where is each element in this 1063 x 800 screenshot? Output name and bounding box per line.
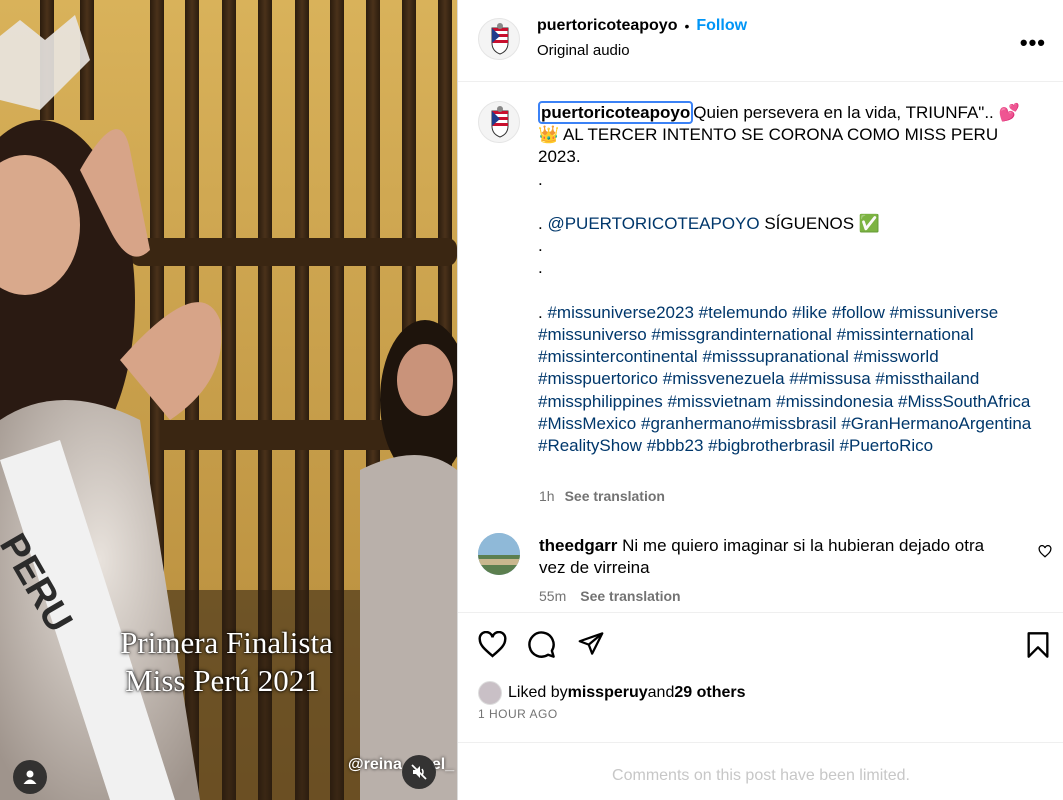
hashtag-link[interactable]: #missthailand — [875, 369, 979, 388]
comment-see-translation-button[interactable]: See translation — [580, 588, 680, 604]
comment-text: theedgarr Ni me quiero imaginar si la hu… — [539, 535, 1009, 579]
hashtag-link[interactable]: #telemundo — [699, 303, 788, 322]
user-icon — [23, 770, 37, 784]
media-caption-line1: Primera Finalista — [120, 625, 333, 660]
puerto-rico-shield-icon — [491, 23, 509, 55]
commenter-avatar[interactable] — [478, 533, 520, 575]
hashtag-link[interactable]: #MissMexico — [538, 414, 636, 433]
hashtag-link[interactable]: #missvietnam — [667, 392, 771, 411]
more-options-button[interactable]: ••• — [1020, 30, 1046, 56]
post-side-panel: puertoricoteapoyo • Follow Original audi… — [457, 0, 1063, 800]
liked-by-others-link[interactable]: 29 others — [674, 684, 745, 702]
liked-by-and: and — [647, 684, 675, 701]
caption-author-avatar[interactable] — [478, 101, 520, 143]
liked-by-user-link[interactable]: missperuy — [568, 684, 648, 702]
hashtag-link[interactable]: #follow — [832, 303, 885, 322]
post-media[interactable]: PERU Primera Finalista Miss Perú 2021 @r… — [0, 0, 457, 800]
media-caption-line2: Miss Perú 2021 — [125, 663, 320, 698]
watermark-text: @reina — [348, 756, 402, 773]
mention-link[interactable]: @PUERTORICOTEAPOYO — [547, 214, 759, 233]
hashtag-link[interactable]: #bigbrotherbrasil — [708, 436, 835, 455]
liked-by-prefix: Liked by — [508, 684, 568, 701]
crown-emoji: 👑 — [538, 125, 560, 145]
liker-avatar[interactable] — [478, 681, 502, 705]
post-timestamp[interactable]: 1 HOUR AGO — [478, 707, 558, 721]
header-separator: • — [684, 18, 690, 34]
hashtag-link[interactable]: #granhermano — [641, 414, 752, 433]
hashtag-link[interactable]: #missuniverse2023 — [547, 303, 693, 322]
comment-icon[interactable] — [527, 630, 556, 659]
caption-username-link[interactable]: puertoricoteapoyo — [538, 101, 694, 124]
caption-dot: . — [538, 169, 543, 189]
post-actions: Liked by missperuy and 29 others 1 HOUR … — [458, 612, 1063, 742]
tagged-users-button[interactable] — [13, 760, 47, 794]
like-comment-heart-icon[interactable] — [1038, 545, 1052, 558]
caption-time[interactable]: 1h — [539, 488, 555, 504]
hashtag-link[interactable]: #missindonesia — [776, 392, 893, 411]
hashtag-link[interactable]: #PuertoRico — [840, 436, 934, 455]
caption-dot: . — [538, 236, 543, 256]
hashtag-link[interactable]: #missgrandinternational — [651, 325, 832, 344]
hashtag-link[interactable]: # — [789, 369, 798, 388]
caption-text: puertoricoteapoyo Quien persevera en la v… — [538, 101, 1038, 457]
heart-icon[interactable] — [478, 631, 507, 658]
likes-summary: Liked by missperuy and 29 others — [478, 681, 745, 705]
hashtag-link[interactable]: #missvenezuela — [663, 369, 785, 388]
comments-limited-notice: Comments on this post have been limited. — [458, 742, 1063, 800]
comment-time[interactable]: 55m — [539, 588, 566, 604]
check-emoji: ✅ — [858, 214, 880, 234]
hashtag-link[interactable]: #missinternational — [837, 325, 974, 344]
hashtag-link[interactable]: #missphilippines — [538, 392, 663, 411]
hashtag-link[interactable]: #RealityShow — [538, 436, 642, 455]
hashtag-link[interactable]: #misspuertorico — [538, 369, 658, 388]
hashtag-link[interactable]: #missusa — [799, 369, 871, 388]
hashtag-link[interactable]: #misssupranational — [702, 347, 848, 366]
caption-see-translation-button[interactable]: See translation — [565, 488, 665, 504]
hashtag-link[interactable]: #MissSouthAfrica — [898, 392, 1030, 411]
author-avatar[interactable] — [478, 18, 520, 60]
hashtag-link[interactable]: #missintercontinental — [538, 347, 698, 366]
author-username[interactable]: puertoricoteapoyo — [537, 17, 677, 35]
speaker-muted-icon — [411, 764, 427, 780]
follow-button[interactable]: Follow — [696, 17, 747, 35]
hashtag-link[interactable]: #GranHermanoArgentina — [841, 414, 1031, 433]
caption-line1: Quien persevera en la vida, TRIUNFA".. — [693, 103, 994, 122]
caption-line2: AL TERCER INTENTO SE CORONA COMO MISS PE… — [538, 125, 999, 167]
landscape-photo-icon — [478, 533, 520, 575]
bookmark-icon[interactable] — [1026, 631, 1050, 659]
comment-meta: 55m See translation — [539, 588, 681, 604]
audio-label[interactable]: Original audio — [537, 42, 630, 59]
hashtag-list: #missuniverse2023 #telemundo #like #foll… — [538, 303, 1031, 455]
hashtag-link[interactable]: #missuniverse — [890, 303, 999, 322]
caption-dot: . — [538, 258, 543, 278]
hearts-emoji: 💕 — [998, 103, 1020, 122]
hashtag-link[interactable]: #like — [792, 303, 827, 322]
post-header: puertoricoteapoyo • Follow Original audi… — [458, 0, 1063, 82]
share-icon[interactable] — [577, 630, 605, 657]
caption-meta: 1h See translation — [539, 488, 665, 504]
mute-button[interactable] — [402, 755, 436, 789]
caption-mention-suffix: SÍGUENOS — [759, 214, 859, 234]
hashtag-link[interactable]: #bbb23 — [647, 436, 704, 455]
puerto-rico-shield-icon — [491, 106, 509, 138]
commenter-username[interactable]: theedgarr — [539, 536, 617, 555]
hashtag-link[interactable]: #missbrasil — [752, 414, 837, 433]
hashtag-link[interactable]: #missworld — [854, 347, 939, 366]
hashtag-link[interactable]: #missuniverso — [538, 325, 647, 344]
